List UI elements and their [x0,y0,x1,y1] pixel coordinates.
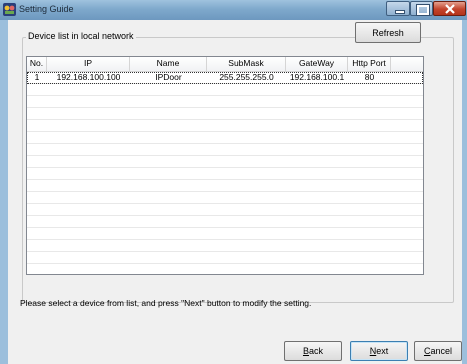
device-list[interactable]: No. IP Name SubMask GateWay Http Port 1 … [26,56,424,275]
cell-submask: 255.255.255.0 [219,72,274,82]
empty-row [27,132,423,144]
cell-ip: 192.168.100.100 [56,72,121,82]
column-header-ip[interactable]: IP [47,57,130,71]
cell-no: 1 [34,72,40,82]
empty-row [27,144,423,156]
title-bar[interactable]: Setting Guide [0,0,467,21]
list-header: No. IP Name SubMask GateWay Http Port [27,57,423,72]
empty-row [27,252,423,264]
window-frame-right [462,20,467,364]
cell-http-port: 80 [364,72,375,82]
empty-row [27,264,423,274]
column-header-no[interactable]: No. [27,57,47,71]
empty-row [27,96,423,108]
minimize-button[interactable] [386,1,410,16]
empty-row [27,240,423,252]
empty-row [27,228,423,240]
cell-gateway: 192.168.100.1 [289,72,345,82]
cell-name: IPDoor [155,72,182,82]
instruction-text: Please select a device from list, and pr… [20,298,312,308]
window-title: Setting Guide [19,4,74,14]
table-row[interactable]: 1 192.168.100.100 IPDoor 255.255.255.0 1… [27,72,423,84]
empty-row [27,204,423,216]
column-header-gateway[interactable]: GateWay [286,57,348,71]
group-label: Device list in local network [26,31,136,41]
refresh-button[interactable]: Refresh [355,22,421,43]
close-icon [445,4,455,14]
next-button[interactable]: Next [350,341,408,361]
app-icon [3,3,16,16]
back-label: ack [309,346,324,356]
empty-row [27,108,423,120]
empty-row [27,216,423,228]
empty-row [27,120,423,132]
empty-row [27,156,423,168]
cancel-button[interactable]: Cancel [414,341,462,361]
back-button[interactable]: Back [284,341,342,361]
column-header-submask[interactable]: SubMask [207,57,286,71]
window-frame-left [0,20,8,364]
empty-row [27,192,423,204]
maximize-icon [416,4,430,16]
minimize-icon [395,10,405,14]
empty-row [27,84,423,96]
empty-row [27,168,423,180]
column-header-http-port[interactable]: Http Port [348,57,391,71]
maximize-button[interactable] [410,1,433,16]
column-header-name[interactable]: Name [130,57,207,71]
empty-row [27,180,423,192]
cancel-label: ancel [430,346,452,356]
next-label: ext [376,346,389,356]
close-button[interactable] [433,1,466,16]
